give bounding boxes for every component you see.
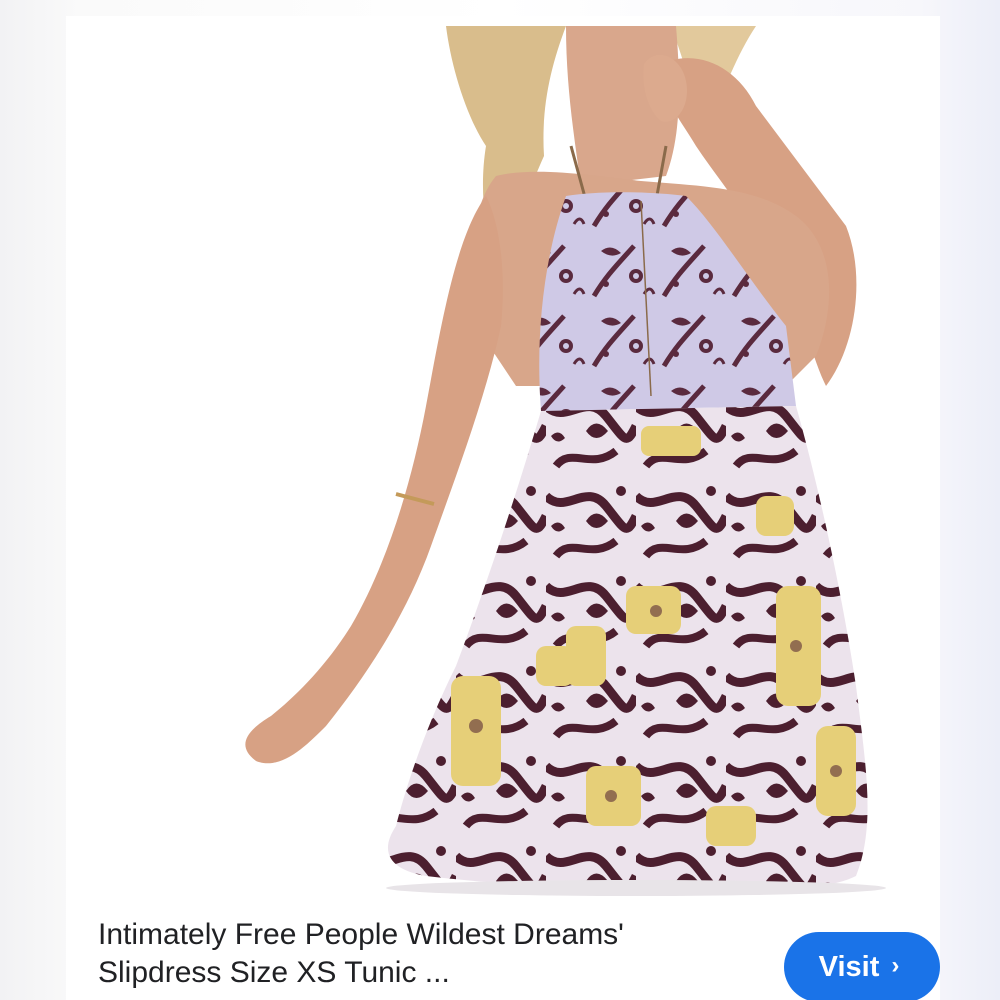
product-photo: [96, 26, 936, 896]
product-card[interactable]: Intimately Free People Wildest Dreams' S…: [66, 16, 940, 1000]
page: Intimately Free People Wildest Dreams' S…: [0, 0, 1000, 1000]
visit-button-label: Visit: [818, 950, 880, 983]
product-title-line-1: Intimately Free People Wildest Dreams': [98, 918, 624, 951]
product-title-line-2: Slipdress Size XS Tunic ...: [98, 956, 450, 989]
product-title[interactable]: Intimately Free People Wildest Dreams' S…: [98, 916, 748, 992]
visit-button[interactable]: Visit ›: [784, 932, 940, 1000]
product-image[interactable]: [96, 26, 936, 896]
chevron-right-icon: ›: [891, 952, 900, 979]
